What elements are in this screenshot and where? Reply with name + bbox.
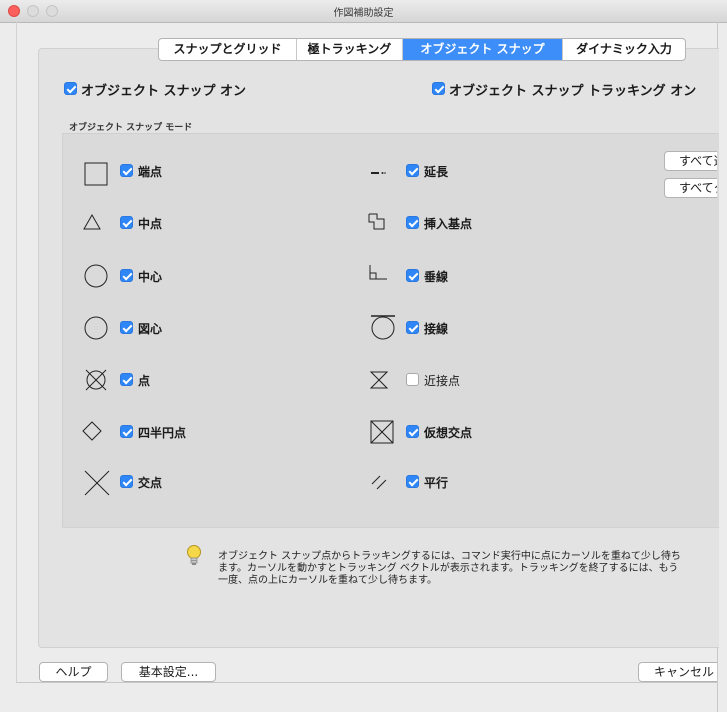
circle-icon bbox=[84, 264, 108, 288]
lightbulb-icon bbox=[187, 545, 201, 565]
select-all-button[interactable]: すべて選 bbox=[664, 151, 717, 171]
cancel-button[interactable]: キャンセル bbox=[638, 662, 717, 682]
tangent-label: 接線 bbox=[424, 322, 449, 336]
center-label: 中心 bbox=[138, 270, 163, 284]
circle-x-icon bbox=[85, 369, 107, 391]
settings-window: 作図補助設定 スナップとグリッド 極トラッキング オブジェクト スナップ ダイナ… bbox=[0, 0, 727, 712]
perpendicular-icon bbox=[369, 265, 387, 280]
node-label: 点 bbox=[138, 374, 151, 388]
tangent-checkbox[interactable] bbox=[406, 321, 419, 334]
nearest-label: 近接点 bbox=[424, 374, 461, 388]
preferences-button[interactable]: 基本設定... bbox=[121, 662, 216, 682]
insertion-icon bbox=[368, 213, 385, 230]
centroid-label: 図心 bbox=[138, 322, 163, 336]
window-edge-bottom bbox=[16, 682, 718, 683]
diamond-icon bbox=[82, 421, 102, 441]
node-checkbox[interactable] bbox=[120, 373, 133, 386]
tangent-icon bbox=[371, 315, 395, 340]
osnap-on-checkbox[interactable] bbox=[64, 82, 77, 95]
insertion-label: 挿入基点 bbox=[424, 217, 473, 231]
endpoint-label: 端点 bbox=[138, 165, 163, 179]
square-icon bbox=[84, 162, 108, 186]
modes-header: オブジェクト スナップ モード bbox=[69, 123, 193, 133]
centroid-checkbox[interactable] bbox=[120, 321, 133, 334]
osnap-on-label: オブジェクト スナップ オン bbox=[81, 84, 247, 99]
extension-label: 延長 bbox=[424, 165, 449, 179]
midpoint-label: 中点 bbox=[138, 217, 163, 231]
quadrant-checkbox[interactable] bbox=[120, 425, 133, 438]
parallel-checkbox[interactable] bbox=[406, 475, 419, 488]
help-button[interactable]: ヘルプ bbox=[39, 662, 108, 682]
intersection-label: 交点 bbox=[138, 476, 163, 490]
apparent-intersection-checkbox[interactable] bbox=[406, 425, 419, 438]
nearest-checkbox[interactable] bbox=[406, 373, 419, 386]
hint-text: オブジェクト スナップ点からトラッキングするには、コマンド実行中に点にカーソルを… bbox=[218, 551, 681, 586]
window-edge-left bbox=[16, 22, 17, 682]
osnap-tracking-label: オブジェクト スナップ トラッキング オン bbox=[449, 84, 697, 99]
quadrant-label: 四半円点 bbox=[138, 426, 187, 440]
clear-all-button[interactable]: すべてク bbox=[664, 178, 717, 198]
tab-polar-tracking[interactable]: 極トラッキング bbox=[297, 39, 403, 60]
osnap-tracking-checkbox[interactable] bbox=[432, 82, 445, 95]
circle-icon bbox=[84, 316, 108, 340]
tab-object-snap[interactable]: オブジェクト スナップ bbox=[403, 39, 563, 60]
apparent-intersection-icon bbox=[370, 420, 394, 444]
nearest-icon bbox=[370, 371, 388, 389]
tab-dynamic-input[interactable]: ダイナミック入力 bbox=[563, 39, 685, 60]
triangle-icon bbox=[83, 214, 101, 230]
x-icon bbox=[84, 470, 110, 496]
extension-icon bbox=[371, 172, 386, 174]
insertion-checkbox[interactable] bbox=[406, 216, 419, 229]
intersection-checkbox[interactable] bbox=[120, 475, 133, 488]
midpoint-checkbox[interactable] bbox=[120, 216, 133, 229]
center-checkbox[interactable] bbox=[120, 269, 133, 282]
clear-all-clip: すべてク bbox=[664, 178, 717, 199]
endpoint-checkbox[interactable] bbox=[120, 164, 133, 177]
extension-checkbox[interactable] bbox=[406, 164, 419, 177]
parallel-icon bbox=[371, 475, 387, 490]
window-title: 作図補助設定 bbox=[333, 8, 394, 19]
select-all-clip: すべて選 bbox=[664, 151, 717, 172]
tab-snap-grid[interactable]: スナップとグリッド bbox=[159, 39, 297, 60]
perpendicular-checkbox[interactable] bbox=[406, 269, 419, 282]
parallel-label: 平行 bbox=[424, 476, 449, 490]
perpendicular-label: 垂線 bbox=[424, 270, 449, 284]
title-bar: 作図補助設定 bbox=[0, 0, 727, 23]
apparent-intersection-label: 仮想交点 bbox=[424, 426, 473, 440]
tab-bar: スナップとグリッド 極トラッキング オブジェクト スナップ ダイナミック入力 bbox=[158, 38, 686, 61]
cancel-clip: キャンセル bbox=[638, 662, 717, 683]
